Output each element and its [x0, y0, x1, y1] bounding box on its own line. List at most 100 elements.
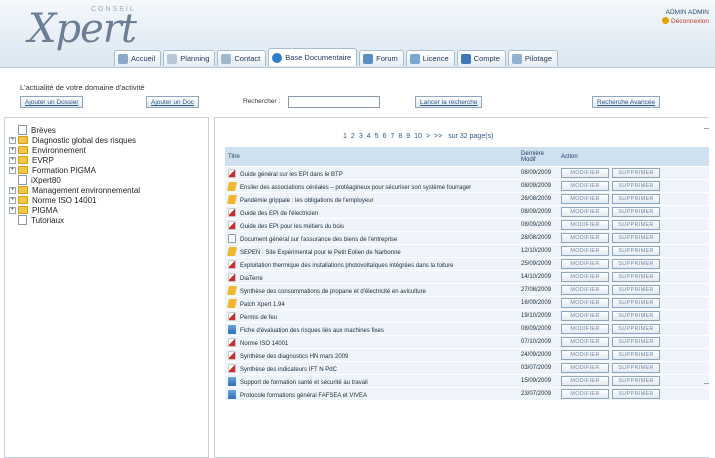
page-link[interactable]: 5 — [375, 133, 379, 140]
modify-button[interactable]: MODIFIER — [561, 285, 609, 295]
page-link[interactable]: 8 — [398, 133, 402, 140]
tree-item[interactable]: + Norme ISO 14001 — [9, 195, 140, 205]
delete-button[interactable]: SUPPRIMER — [612, 285, 660, 295]
modify-button[interactable]: MODIFIER — [561, 168, 609, 178]
tab-base-documentaire[interactable]: Base Documentaire — [268, 48, 358, 66]
modify-button[interactable]: MODIFIER — [561, 272, 609, 282]
document-title-cell[interactable]: Ensiler des associations céréales – prot… — [225, 180, 518, 192]
document-title-cell[interactable]: Guide des EPI de l'électricien — [225, 206, 518, 218]
delete-button[interactable]: SUPPRIMER — [612, 376, 660, 386]
modify-button[interactable]: MODIFIER — [561, 194, 609, 204]
document-title[interactable]: Norme ISO 14001 — [240, 341, 288, 347]
delete-button[interactable]: SUPPRIMER — [612, 389, 660, 399]
modify-button[interactable]: MODIFIER — [561, 324, 609, 334]
page-link[interactable]: 10 — [414, 133, 422, 140]
delete-button[interactable]: SUPPRIMER — [612, 246, 660, 256]
page-link[interactable]: 3 — [359, 133, 363, 140]
document-title[interactable]: Guide général sur les EPI dans le BTP — [240, 172, 343, 178]
document-title-cell[interactable]: Guide des EPI pour les métiers du bois — [225, 219, 518, 231]
modify-button[interactable]: MODIFIER — [561, 337, 609, 347]
page-link[interactable]: 4 — [367, 133, 371, 140]
column-header-date[interactable]: Dernière Modif — [518, 147, 558, 166]
delete-button[interactable]: SUPPRIMER — [612, 168, 660, 178]
advanced-search-button[interactable]: Recherche Avancée — [592, 96, 661, 108]
delete-button[interactable]: SUPPRIMER — [612, 311, 660, 321]
delete-button[interactable]: SUPPRIMER — [612, 233, 660, 243]
document-title[interactable]: DiaTerre — [240, 276, 263, 282]
tree-item[interactable]: Tutoriaux — [9, 215, 140, 225]
modify-button[interactable]: MODIFIER — [561, 350, 609, 360]
document-title-cell[interactable]: Protocole formations général FAFSEA et V… — [225, 388, 518, 400]
document-title-cell[interactable]: Document général sur l'assurance des bie… — [225, 232, 518, 244]
page-link[interactable]: 1 — [343, 133, 347, 140]
document-title-cell[interactable]: Fiche d'évaluation des risques liés aux … — [225, 323, 518, 335]
delete-button[interactable]: SUPPRIMER — [612, 181, 660, 191]
document-title-cell[interactable]: Exploitation thermique des installations… — [225, 258, 518, 270]
column-header-title[interactable]: Titre — [225, 147, 518, 166]
expand-icon[interactable]: + — [9, 146, 16, 154]
tree-item[interactable]: Brèves — [9, 125, 140, 135]
last-page-link[interactable]: >> — [434, 133, 442, 140]
delete-button[interactable]: SUPPRIMER — [612, 298, 660, 308]
document-title[interactable]: Fiche d'évaluation des risques liés aux … — [240, 328, 384, 334]
document-title[interactable]: Pandémie grippale : les obligations de l… — [240, 198, 374, 204]
tree-item[interactable]: + EVRP — [9, 155, 140, 165]
document-title[interactable]: Synthèse des diagnostics HN mars 2009 — [240, 354, 348, 360]
document-title[interactable]: SEPEN : Site Expérimental pour le Petit … — [240, 250, 401, 256]
search-input[interactable] — [288, 96, 380, 108]
expand-icon[interactable]: + — [9, 206, 16, 214]
add-doc-button[interactable]: Ajouter un Doc — [146, 96, 199, 108]
modify-button[interactable]: MODIFIER — [561, 207, 609, 217]
tab-accueil[interactable]: Accueil — [114, 50, 162, 66]
document-title[interactable]: Document général sur l'assurance des bie… — [240, 237, 397, 243]
delete-button[interactable]: SUPPRIMER — [612, 207, 660, 217]
document-title-cell[interactable]: Guide général sur les EPI dans le BTP — [225, 167, 518, 179]
document-title[interactable]: Guide des EPI pour les métiers du bois — [240, 224, 344, 230]
search-button[interactable]: Lancer la recherche — [415, 96, 483, 108]
delete-button[interactable]: SUPPRIMER — [612, 324, 660, 334]
document-title-cell[interactable]: Synthèse des consommations de propane et… — [225, 284, 518, 296]
document-title[interactable]: Guide des EPI de l'électricien — [240, 211, 318, 217]
delete-button[interactable]: SUPPRIMER — [612, 194, 660, 204]
page-link[interactable]: 9 — [406, 133, 410, 140]
page-link[interactable]: 6 — [383, 133, 387, 140]
document-title[interactable]: Exploitation thermique des installations… — [240, 263, 453, 269]
tree-item[interactable]: + Diagnostic global des risques — [9, 135, 140, 145]
document-title-cell[interactable]: Synthèse des diagnostics HN mars 2009 — [225, 349, 518, 361]
document-title-cell[interactable]: Permis de feu — [225, 310, 518, 322]
expand-icon[interactable]: + — [9, 186, 16, 194]
document-title[interactable]: Support de formation santé et sécurité a… — [240, 380, 368, 386]
tab-licence[interactable]: Licence — [405, 50, 455, 66]
document-title[interactable]: Patch Xpert 1.94 — [240, 302, 285, 308]
modify-button[interactable]: MODIFIER — [561, 259, 609, 269]
page-link[interactable]: 2 — [351, 133, 355, 140]
modify-button[interactable]: MODIFIER — [561, 220, 609, 230]
tree-item[interactable]: + Environnement — [9, 145, 140, 155]
modify-button[interactable]: MODIFIER — [561, 298, 609, 308]
tab-planning[interactable]: Planning — [163, 50, 216, 66]
tree-item[interactable]: + Management environnemental — [9, 185, 140, 195]
document-title-cell[interactable]: SEPEN : Site Expérimental pour le Petit … — [225, 245, 518, 257]
modify-button[interactable]: MODIFIER — [561, 181, 609, 191]
modify-button[interactable]: MODIFIER — [561, 363, 609, 373]
expand-icon[interactable]: + — [9, 136, 16, 144]
modify-button[interactable]: MODIFIER — [561, 389, 609, 399]
expand-icon[interactable]: + — [9, 166, 16, 174]
delete-button[interactable]: SUPPRIMER — [612, 272, 660, 282]
tab-contact[interactable]: Contact — [217, 50, 267, 66]
document-title[interactable]: Synthèse des indicateurs IFT N PdC — [240, 367, 337, 373]
tree-item[interactable]: + Formation PIGMA — [9, 165, 140, 175]
add-folder-button[interactable]: Ajouter un Dossier — [20, 96, 84, 108]
expand-icon[interactable]: + — [9, 196, 16, 204]
logout-link[interactable]: Déconnexion — [662, 17, 709, 26]
modify-button[interactable]: MODIFIER — [561, 376, 609, 386]
document-title-cell[interactable]: Synthèse des indicateurs IFT N PdC — [225, 362, 518, 374]
document-title[interactable]: Permis de feu — [240, 315, 277, 321]
delete-button[interactable]: SUPPRIMER — [612, 337, 660, 347]
expand-icon[interactable]: + — [9, 156, 16, 164]
delete-button[interactable]: SUPPRIMER — [612, 350, 660, 360]
xpert-logo[interactable]: CONSEIL Xpert — [28, 2, 138, 52]
modify-button[interactable]: MODIFIER — [561, 246, 609, 256]
document-title[interactable]: Ensiler des associations céréales – prot… — [240, 185, 471, 191]
document-title[interactable]: Synthèse des consommations de propane et… — [240, 289, 426, 295]
